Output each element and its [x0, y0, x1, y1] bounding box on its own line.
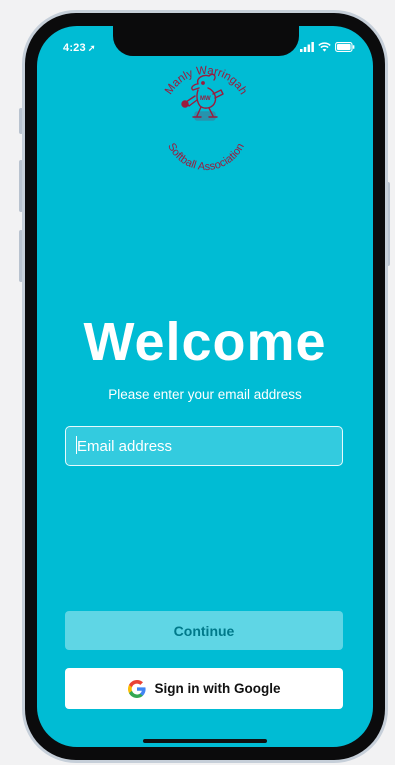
status-icons — [300, 42, 355, 52]
device-stage: 4:23 ➚ Manly Warringah Softball Associat… — [0, 0, 395, 765]
association-logo: Manly Warringah Softball Association MW — [163, 65, 249, 174]
google-sign-in-label: Sign in with Google — [154, 681, 281, 696]
battery-icon — [335, 42, 355, 52]
logo-top-text: Manly Warringah — [163, 65, 249, 97]
notch — [113, 26, 299, 56]
text-caret — [76, 436, 77, 454]
logo-badge-text: MW — [200, 96, 211, 102]
email-input[interactable] — [65, 426, 343, 466]
continue-button[interactable]: Continue — [65, 611, 343, 650]
home-indicator — [143, 739, 267, 743]
google-g-icon — [127, 679, 146, 698]
welcome-subtitle: Please enter your email address — [108, 387, 302, 402]
status-time: 4:23 ➚ — [63, 42, 96, 54]
wifi-icon — [318, 42, 331, 52]
phone-body: 4:23 ➚ Manly Warringah Softball Associat… — [25, 13, 385, 760]
cellular-signal-icon — [300, 42, 314, 52]
phone-frame: 4:23 ➚ Manly Warringah Softball Associat… — [22, 10, 388, 763]
status-time-text: 4:23 — [63, 42, 86, 54]
welcome-title: Welcome — [83, 312, 327, 372]
google-sign-in-button[interactable]: Sign in with Google — [65, 668, 343, 709]
app-screen: 4:23 ➚ Manly Warringah Softball Associat… — [37, 26, 373, 747]
logo-bottom-text: Softball Association — [165, 141, 247, 173]
location-arrow-icon: ➚ — [87, 43, 96, 53]
